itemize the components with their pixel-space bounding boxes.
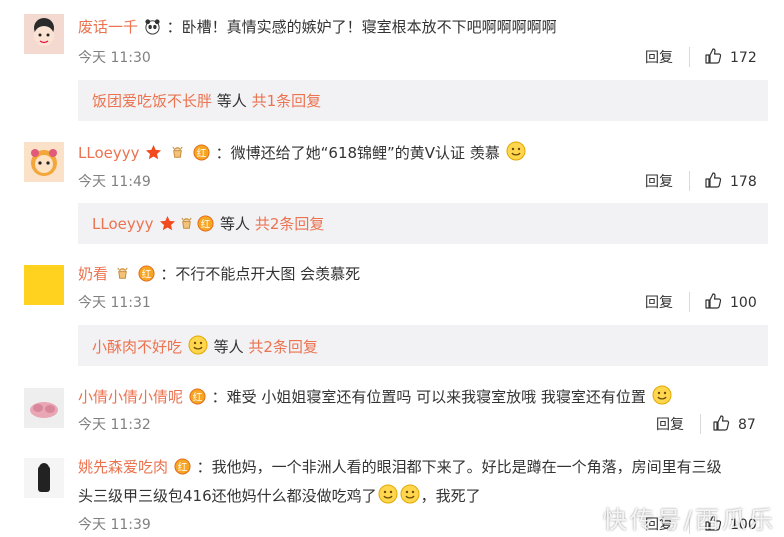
like-button[interactable]: 100 bbox=[704, 292, 757, 311]
deer-icon bbox=[114, 265, 131, 282]
comment-time: 今天 11:49 bbox=[78, 174, 151, 190]
like-button[interactable]: 172 bbox=[704, 47, 757, 66]
thumb-up-icon bbox=[704, 292, 722, 310]
emoji-icon bbox=[378, 484, 398, 504]
avatar[interactable] bbox=[24, 265, 64, 305]
hong-badge-icon bbox=[189, 388, 206, 405]
user-name[interactable]: 奶看 bbox=[78, 265, 108, 283]
sub-reply-box: LLoeyyy 等人 共2条回复 bbox=[78, 203, 768, 244]
sub-reply-box: 小酥肉不好吃 等人 共2条回复 bbox=[78, 325, 768, 366]
comment-text: ：我他妈，一个非洲人看的眼泪都下来了。好比是蹲在一个角落，房间里有三级 bbox=[196, 458, 722, 476]
sub-reply-count-link[interactable]: 共2条回复 bbox=[255, 215, 325, 233]
sub-reply-text: 等人 bbox=[208, 338, 249, 356]
avatar[interactable] bbox=[24, 458, 64, 498]
like-count: 178 bbox=[730, 174, 757, 190]
hong-badge-icon bbox=[193, 144, 210, 161]
star-icon bbox=[145, 144, 162, 161]
avatar[interactable] bbox=[24, 142, 64, 182]
user-name[interactable]: 废话一千 bbox=[78, 18, 138, 36]
comment-time: 今天 11:31 bbox=[78, 295, 151, 311]
comment-text: ：微博还给了她“618锦鲤”的黄V认证 羡慕 bbox=[215, 144, 500, 162]
like-count: 87 bbox=[738, 417, 756, 433]
emoji-icon bbox=[188, 335, 208, 355]
sub-reply-user[interactable]: 小酥肉不好吃 bbox=[92, 338, 182, 356]
star-icon bbox=[159, 215, 176, 232]
like-count: 100 bbox=[730, 295, 757, 311]
thumb-up-icon bbox=[704, 171, 722, 189]
deer-icon bbox=[169, 144, 186, 161]
comment-text-continued: 头三级甲三级包416还他妈什么都没做吃鸡了 bbox=[78, 487, 377, 505]
user-name[interactable]: 姚先森爱吃肉 bbox=[78, 458, 168, 476]
sub-reply-count-link[interactable]: 共1条回复 bbox=[252, 92, 322, 110]
sub-reply-user[interactable]: 饭团爱吃饭不长胖 bbox=[92, 92, 212, 110]
hong-badge-icon bbox=[138, 265, 155, 282]
reply-button[interactable]: 回复 bbox=[645, 292, 673, 312]
deer-icon bbox=[178, 215, 195, 232]
comment-time: 今天 11:39 bbox=[78, 517, 151, 533]
comment-text: ：卧槽！真情实感的嫉妒了！寝室根本放不下吧啊啊啊啊啊 bbox=[166, 18, 557, 36]
divider bbox=[689, 292, 690, 312]
hong-badge-icon bbox=[174, 458, 191, 475]
sub-reply-user[interactable]: LLoeyyy bbox=[92, 215, 154, 233]
like-button[interactable]: 178 bbox=[704, 171, 757, 190]
reply-button[interactable]: 回复 bbox=[645, 171, 673, 191]
user-name[interactable]: LLoeyyy bbox=[78, 144, 140, 162]
thumb-up-icon bbox=[704, 47, 722, 65]
like-button[interactable]: 87 bbox=[712, 414, 756, 433]
sub-reply-count-link[interactable]: 共2条回复 bbox=[248, 338, 318, 356]
reply-button[interactable]: 回复 bbox=[656, 414, 684, 434]
comment-time: 今天 11:32 bbox=[78, 417, 151, 433]
emoji-icon bbox=[652, 385, 672, 405]
divider bbox=[700, 414, 701, 434]
reply-button[interactable]: 回复 bbox=[645, 47, 673, 67]
panda-icon bbox=[145, 19, 160, 35]
emoji-icon bbox=[400, 484, 420, 504]
avatar[interactable] bbox=[24, 388, 64, 428]
sub-reply-text: 等人 bbox=[212, 92, 252, 110]
comment-text: ：不行不能点开大图 会羡慕死 bbox=[160, 265, 361, 283]
divider bbox=[689, 171, 690, 191]
divider bbox=[689, 47, 690, 67]
comment-text-end: ，我死了 bbox=[420, 487, 481, 505]
sub-reply-box: 饭团爱吃饭不长胖 等人 共1条回复 bbox=[78, 80, 768, 121]
avatar[interactable] bbox=[24, 14, 64, 54]
emoji-icon bbox=[506, 141, 526, 161]
thumb-up-icon bbox=[712, 414, 730, 432]
watermark: 快传号/西瓜乐 bbox=[602, 506, 776, 534]
hong-badge-icon bbox=[197, 215, 214, 232]
user-name[interactable]: 小倩小倩小倩呢 bbox=[78, 388, 183, 406]
sub-reply-text: 等人 bbox=[215, 215, 255, 233]
comment-text: ：难受 小姐姐寝室还有位置吗 可以来我寝室放哦 我寝室还有位置 bbox=[211, 388, 646, 406]
like-count: 172 bbox=[730, 50, 757, 66]
comment-time: 今天 11:30 bbox=[78, 50, 151, 66]
